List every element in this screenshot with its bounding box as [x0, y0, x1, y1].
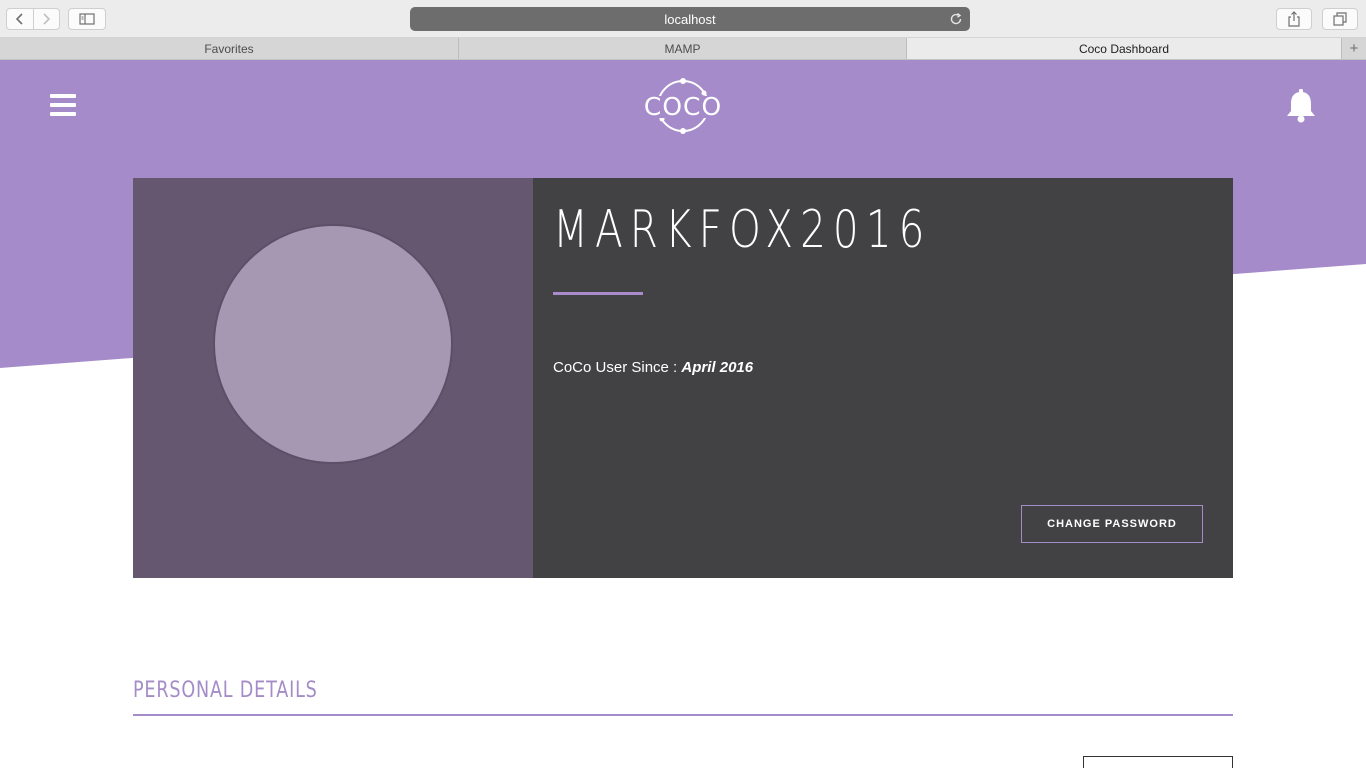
- hamburger-menu-icon[interactable]: [50, 94, 76, 116]
- change-password-button[interactable]: CHANGE PASSWORD: [1021, 505, 1203, 543]
- member-since-label: CoCo User Since :: [553, 359, 682, 376]
- member-since-value: April 2016: [681, 359, 754, 376]
- page-content: COCO MARKFOX2016 CoCo User Since : April…: [0, 60, 1366, 768]
- back-button[interactable]: [7, 9, 33, 29]
- member-since: CoCo User Since : April 2016: [553, 359, 753, 376]
- avatar[interactable]: [213, 224, 453, 464]
- tab-coco-dashboard[interactable]: Coco Dashboard: [907, 38, 1342, 59]
- url-text: localhost: [664, 11, 716, 27]
- username-underline: [553, 292, 643, 295]
- personal-details-action-button[interactable]: [1083, 756, 1233, 768]
- forward-button[interactable]: [32, 9, 60, 29]
- profile-info-panel: MARKFOX2016 CoCo User Since : April 2016…: [533, 178, 1233, 578]
- tab-mamp[interactable]: MAMP: [459, 38, 907, 59]
- reload-icon[interactable]: [948, 11, 964, 27]
- profile-photo-panel: [133, 178, 533, 578]
- personal-details-heading: PERSONAL DETAILS: [133, 678, 318, 703]
- sidebar-icon: [79, 13, 95, 25]
- tab-bar: Favorites MAMP Coco Dashboard +: [0, 38, 1366, 60]
- chevron-right-icon: [43, 13, 51, 25]
- profile-card: MARKFOX2016 CoCo User Since : April 2016…: [133, 178, 1233, 578]
- bell-icon[interactable]: [1284, 88, 1318, 124]
- tab-favorites[interactable]: Favorites: [0, 38, 459, 59]
- tabs-overview-icon: [1333, 12, 1347, 26]
- navigation-buttons: [6, 8, 60, 30]
- svg-text:COCO: COCO: [644, 92, 722, 121]
- share-button[interactable]: [1276, 8, 1312, 30]
- username-heading: MARKFOX2016: [553, 200, 932, 260]
- new-tab-button[interactable]: +: [1342, 38, 1366, 59]
- address-bar[interactable]: localhost: [410, 7, 970, 31]
- sidebar-toggle-button[interactable]: [68, 8, 106, 30]
- section-divider: [133, 714, 1233, 716]
- chevron-left-icon: [15, 13, 23, 25]
- browser-toolbar: localhost: [0, 0, 1366, 38]
- share-icon: [1288, 11, 1300, 27]
- tabs-overview-button[interactable]: [1322, 8, 1358, 30]
- coco-logo: COCO: [642, 78, 724, 134]
